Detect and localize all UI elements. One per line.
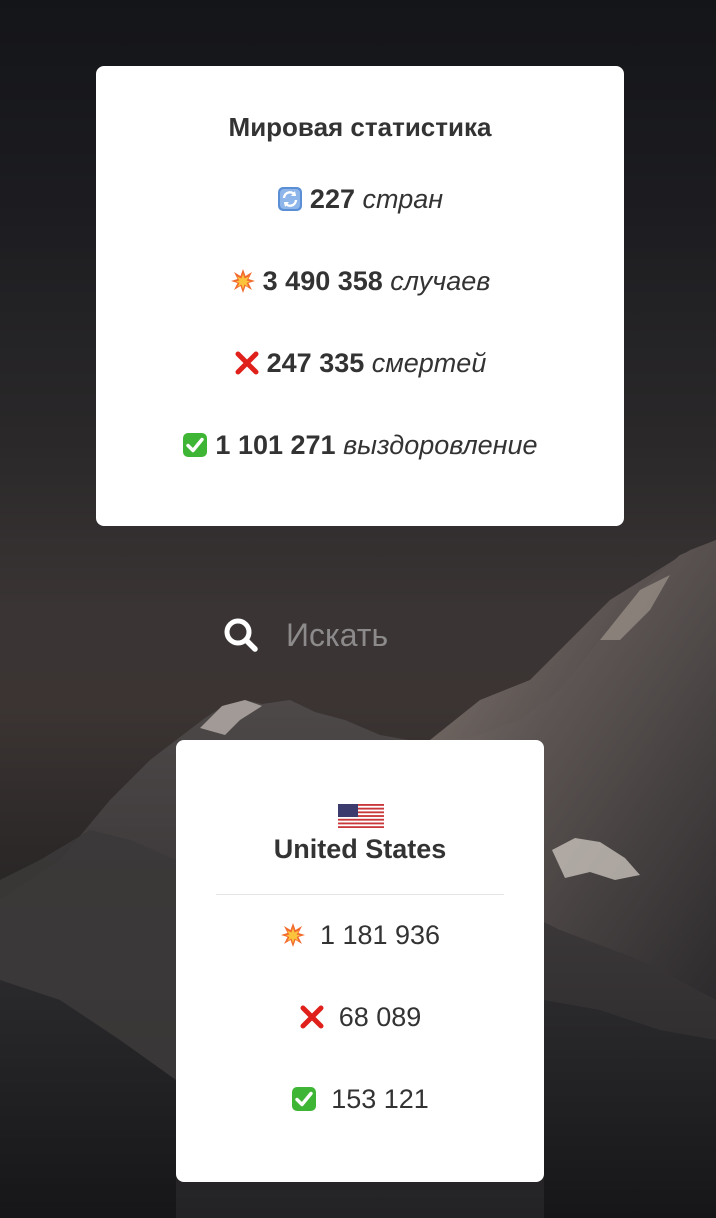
search-icon[interactable] bbox=[222, 616, 260, 654]
search-bar bbox=[222, 612, 522, 658]
cases-label: случаев bbox=[390, 266, 491, 296]
divider bbox=[216, 894, 504, 895]
country-deaths: 68 089 bbox=[176, 1002, 544, 1033]
country-recovered: 153 121 bbox=[176, 1084, 544, 1115]
deaths-value: 247 335 bbox=[266, 348, 365, 378]
cases-value: 3 490 358 bbox=[262, 266, 383, 296]
us-flag-icon bbox=[338, 804, 384, 828]
check-mark-icon bbox=[182, 432, 208, 458]
refresh-icon bbox=[277, 186, 303, 212]
country-name: United States bbox=[273, 834, 447, 864]
world-stats-title: Мировая статистика bbox=[228, 112, 492, 142]
country-deaths-value: 68 089 bbox=[338, 1002, 422, 1032]
deaths-stat: 247 335 смертей bbox=[96, 348, 624, 379]
cases-stat: 3 490 358 случаев bbox=[96, 266, 624, 297]
countries-value: 227 bbox=[309, 184, 355, 214]
countries-stat: 227 стран bbox=[96, 184, 624, 215]
country-cases: 1 181 936 bbox=[176, 920, 544, 951]
collision-icon bbox=[280, 922, 306, 948]
deaths-label: смертей bbox=[371, 348, 487, 378]
recovered-stat: 1 101 271 выздоровление bbox=[96, 430, 624, 461]
country-card[interactable]: United States 1 181 936 68 089 153 121 bbox=[176, 740, 544, 1182]
search-input[interactable] bbox=[286, 612, 516, 658]
check-mark-icon bbox=[291, 1086, 317, 1112]
countries-label: стран bbox=[362, 184, 444, 214]
country-cases-value: 1 181 936 bbox=[319, 920, 441, 950]
country-recovered-value: 153 121 bbox=[331, 1084, 429, 1114]
world-stats-card: Мировая статистика 227 стран 3 490 358 с… bbox=[96, 66, 624, 526]
recovered-label: выздоровление bbox=[343, 430, 538, 460]
cross-mark-icon bbox=[299, 1004, 325, 1030]
cross-mark-icon bbox=[234, 350, 260, 376]
recovered-value: 1 101 271 bbox=[215, 430, 336, 460]
collision-icon bbox=[230, 268, 256, 294]
